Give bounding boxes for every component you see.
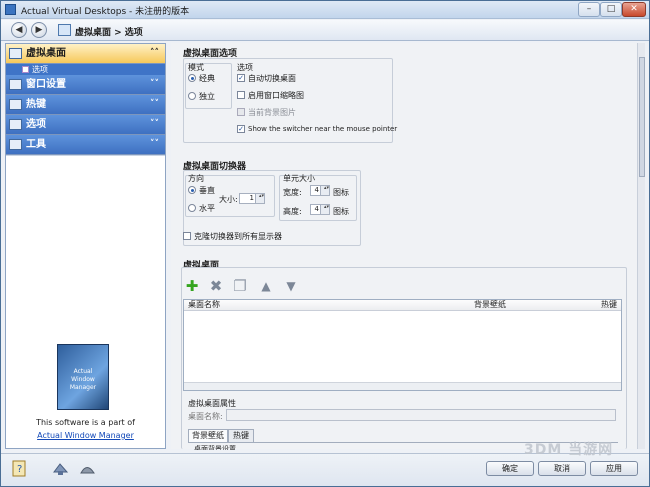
sidebar-item-label: 工具 (26, 139, 46, 150)
mode-classic-label[interactable]: 经典 (199, 73, 215, 84)
column-wallpaper[interactable]: 背景壁纸 (474, 300, 506, 310)
close-button[interactable]: ✕ (622, 2, 646, 17)
breadcrumb: 虚拟桌面 > 选项 (75, 28, 143, 38)
sidebar-item-label: 窗口设置 (26, 79, 66, 90)
tab-panel-label: 桌面背景设置 (194, 445, 236, 450)
height-unit: 图标 (333, 207, 349, 216)
promo-link[interactable]: Actual Window Manager (37, 431, 134, 440)
virtual-desktop-icon (9, 48, 22, 59)
vertical-scrollbar[interactable] (637, 43, 645, 449)
options-caption: 选项 (237, 63, 253, 72)
direction-vertical-radio[interactable] (188, 186, 196, 194)
sidebar: 虚拟桌面 ˄˄ 选项 窗口设置 ˅˅ 热键 ˅˅ 选项 ˅˅ 工具 ˅˅ Act… (5, 43, 166, 449)
sidebar-item-tools[interactable]: 工具 ˅˅ (6, 135, 165, 155)
promo-link-wrap: Actual Window Manager (6, 431, 165, 440)
help-icon[interactable]: ? (12, 460, 29, 477)
desktop-name-label: 桌面名称: (188, 412, 223, 421)
show-switcher-label[interactable]: Show the switcher near the mouse pointer (248, 125, 397, 133)
chevron-down-icon[interactable]: ˅˅ (150, 135, 159, 154)
copy-desktop-icon[interactable]: ❐ (232, 278, 248, 294)
mode-independent-radio[interactable] (188, 92, 196, 100)
direction-vertical-label[interactable]: 垂直 (199, 185, 215, 196)
options-panel-icon (9, 119, 22, 130)
remove-desktop-icon[interactable]: ✖ (208, 278, 224, 294)
sidebar-item-hotkeys[interactable]: 热键 ˅˅ (6, 95, 165, 115)
ok-button[interactable]: 确定 (486, 461, 534, 476)
move-up-icon[interactable]: ▲ (258, 278, 274, 294)
keyboard-icon (9, 99, 22, 110)
title-bar: Actual Virtual Desktops - 未注册的版本 – □ ✕ (1, 1, 649, 19)
add-desktop-icon[interactable]: ✚ (184, 278, 200, 294)
forward-button[interactable]: ▶ (31, 22, 47, 38)
current-bg-checkbox (237, 108, 245, 116)
clone-switcher-label[interactable]: 克隆切换器到所有显示器 (194, 231, 282, 242)
sidebar-item-label: 选项 (26, 119, 46, 130)
maximize-button[interactable]: □ (600, 2, 622, 17)
sidebar-subitem-options[interactable]: 选项 (6, 64, 165, 75)
clone-switcher-checkbox[interactable] (183, 232, 191, 240)
chevron-down-icon[interactable]: ˅˅ (150, 115, 159, 134)
product-box-label: Actual Window Manager (69, 368, 97, 391)
list-header: 桌面名称 背景壁纸 热键 (184, 300, 621, 311)
size-spinner[interactable]: 1 (239, 193, 265, 204)
direction-horizontal-radio[interactable] (188, 204, 196, 212)
width-label: 宽度: (283, 188, 302, 197)
width-unit: 图标 (333, 188, 349, 197)
window-title: Actual Virtual Desktops - 未注册的版本 (21, 7, 190, 17)
tab-hotkey[interactable]: 热键 (228, 429, 254, 442)
svg-text:?: ? (17, 464, 22, 475)
tools-icon (9, 139, 22, 150)
cell-size-caption: 单元大小 (283, 174, 315, 183)
navigation-bar: ◀ ▶ 虚拟桌面 > 选项 (1, 20, 649, 41)
sidebar-item-label: 热键 (26, 99, 46, 110)
apply-button[interactable]: 应用 (590, 461, 638, 476)
list-horizontal-scrollbar[interactable] (184, 382, 621, 390)
desktop-name-field[interactable] (226, 409, 616, 421)
height-spinner[interactable]: 4 (310, 204, 330, 215)
mode-independent-label[interactable]: 独立 (199, 91, 215, 102)
height-label: 高度: (283, 207, 302, 216)
mode-classic-radio[interactable] (188, 74, 196, 82)
sidebar-item-virtual-desktops[interactable]: 虚拟桌面 ˄˄ (6, 44, 165, 64)
import-icon[interactable] (52, 460, 69, 477)
direction-caption: 方向 (188, 174, 204, 183)
sidebar-subitem-label: 选项 (32, 65, 48, 74)
app-window: Actual Virtual Desktops - 未注册的版本 – □ ✕ ◀… (0, 0, 650, 487)
current-bg-label: 当前背景图片 (248, 108, 296, 117)
promo-text: This software is a part of (36, 418, 135, 427)
size-label: 大小: (219, 195, 238, 204)
desktop-properties-caption: 虚拟桌面属性 (188, 399, 236, 408)
options-icon (22, 66, 29, 73)
main-panel: 虚拟桌面选项 模式 经典 独立 选项 ✓ 自动切换桌面 启用窗口缩略图 当前背景… (171, 43, 637, 450)
watermark: 3DM 当游网 (524, 442, 614, 458)
width-spinner[interactable]: 4 (310, 185, 330, 196)
back-button[interactable]: ◀ (11, 22, 27, 38)
auto-switch-label[interactable]: 自动切换桌面 (248, 73, 296, 84)
auto-switch-checkbox[interactable]: ✓ (237, 74, 245, 82)
cancel-button[interactable]: 取消 (538, 461, 586, 476)
show-switcher-checkbox[interactable]: ✓ (237, 125, 245, 133)
sidebar-item-label: 虚拟桌面 (26, 48, 66, 59)
enable-thumbnails-label[interactable]: 启用窗口缩略图 (248, 90, 304, 101)
column-desktop-name[interactable]: 桌面名称 (188, 300, 220, 310)
sidebar-item-window-settings[interactable]: 窗口设置 ˅˅ (6, 75, 165, 95)
scrollbar-thumb[interactable] (639, 57, 645, 177)
window-settings-icon (9, 79, 22, 90)
promo-panel: Actual Window Manager This software is a… (6, 324, 165, 448)
direction-horizontal-label[interactable]: 水平 (199, 203, 215, 214)
tab-wallpaper[interactable]: 背景壁纸 (188, 429, 228, 442)
chevron-down-icon[interactable]: ˅˅ (150, 75, 159, 94)
chevron-up-icon[interactable]: ˄˄ (150, 44, 159, 63)
sidebar-item-options[interactable]: 选项 ˅˅ (6, 115, 165, 135)
export-icon[interactable] (79, 460, 96, 477)
app-icon (5, 4, 16, 15)
mode-caption: 模式 (188, 63, 204, 72)
desktop-icon (58, 24, 71, 36)
minimize-button[interactable]: – (578, 2, 600, 17)
move-down-icon[interactable]: ▼ (283, 278, 299, 294)
enable-thumbnails-checkbox[interactable] (237, 91, 245, 99)
chevron-down-icon[interactable]: ˅˅ (150, 95, 159, 114)
column-hotkey[interactable]: 热键 (601, 300, 617, 310)
desktops-list[interactable]: 桌面名称 背景壁纸 热键 (183, 299, 622, 391)
